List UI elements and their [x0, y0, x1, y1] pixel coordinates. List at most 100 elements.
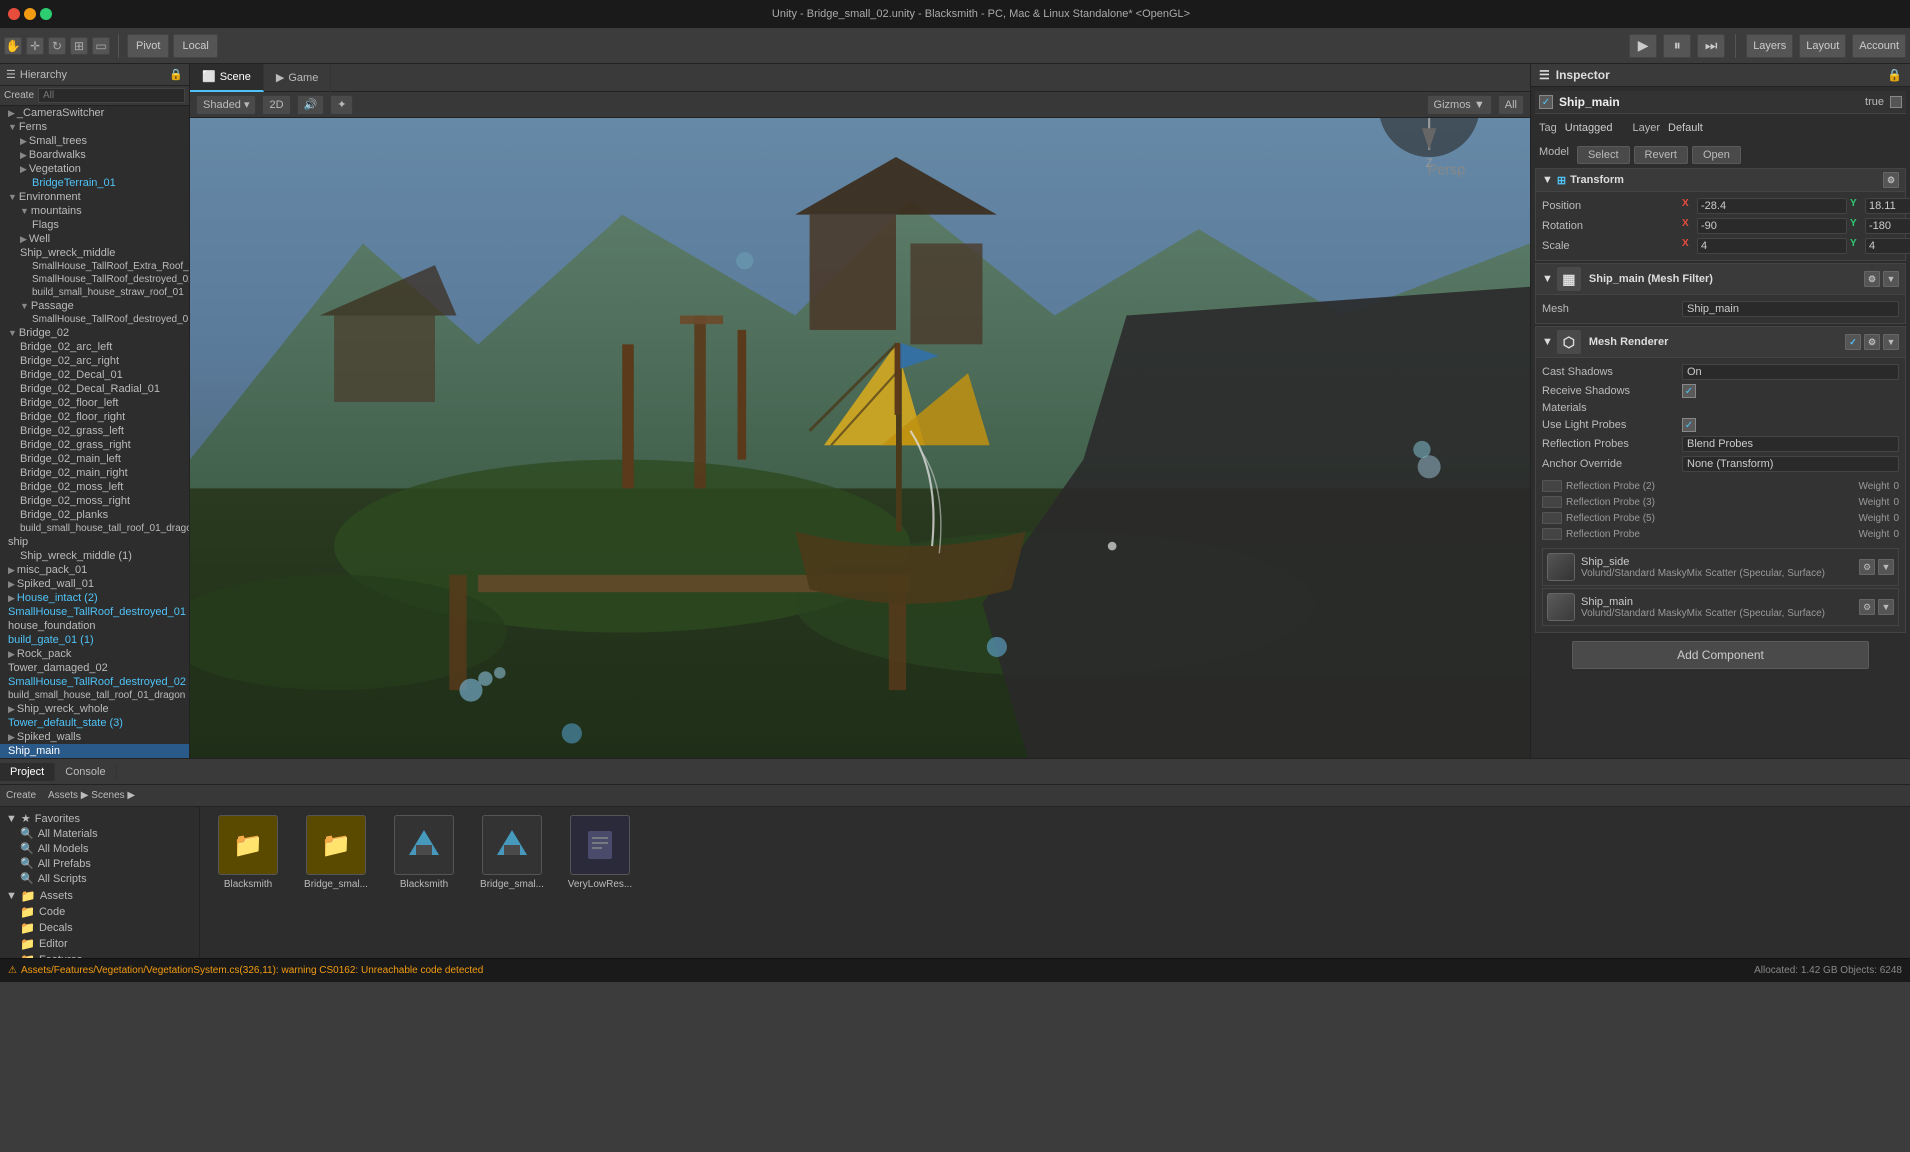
play-button[interactable]: ▶ [1629, 34, 1657, 58]
hier-item-ship[interactable]: ship [0, 535, 189, 549]
all-materials-item[interactable]: 🔍 All Materials [4, 826, 195, 841]
hier-item-house-foundation[interactable]: house_foundation [0, 619, 189, 633]
assets-header[interactable]: ▼ 📁 Assets [4, 888, 195, 904]
hier-item-smallhouse-d02-3[interactable]: SmallHouse_TallRoof_destroyed_02 (3) [0, 675, 189, 689]
asset-bridge-small-scene[interactable]: Bridge_smal... [472, 815, 552, 890]
hier-item-b02-arcleft[interactable]: Bridge_02_arc_left [0, 340, 189, 354]
transform-settings-icon[interactable]: ⚙ [1883, 172, 1899, 188]
project-create-label[interactable]: Create [6, 790, 36, 801]
effects-toggle[interactable]: ✦ [330, 95, 353, 115]
all-scripts-item[interactable]: 🔍 All Scripts [4, 871, 195, 886]
hier-item-tower-damaged[interactable]: Tower_damaged_02 [0, 661, 189, 675]
select-button[interactable]: Select [1577, 146, 1630, 164]
hier-item-bridge02[interactable]: ▼Bridge_02 [0, 326, 189, 340]
hier-item-buildtall-dragon[interactable]: build_small_house_tall_roof_01_dragon [0, 522, 189, 535]
hier-item-flags[interactable]: Flags [0, 218, 189, 232]
close-button[interactable] [8, 8, 20, 20]
static-checkbox[interactable] [1890, 96, 1902, 108]
hier-item-shipwreck-mid1[interactable]: Ship_wreck_middle (1) [0, 549, 189, 563]
hier-item-b02-arcright[interactable]: Bridge_02_arc_right [0, 354, 189, 368]
mesh-filter-header[interactable]: ▼ ▦ Ship_main (Mesh Filter) ⚙ ▼ [1536, 264, 1905, 295]
material-ship-side-settings[interactable]: ⚙ [1859, 559, 1875, 575]
asset-blacksmith-folder[interactable]: 📁 Blacksmith [208, 815, 288, 890]
all-prefabs-item[interactable]: 🔍 All Prefabs [4, 856, 195, 871]
position-x-input[interactable] [1697, 198, 1847, 214]
material-ship-main-settings[interactable]: ⚙ [1859, 599, 1875, 615]
tab-project[interactable]: Project [0, 763, 55, 781]
hier-item-vegetation[interactable]: ▶Vegetation [0, 162, 189, 176]
layers-dropdown[interactable]: Layers [1746, 34, 1793, 58]
pause-button[interactable]: ⏸ [1663, 34, 1691, 58]
hier-item-buildstraw[interactable]: build_small_house_straw_roof_01 [0, 286, 189, 299]
hand-tool-button[interactable]: ✋ [4, 37, 22, 55]
hier-item-b02-decal01[interactable]: Bridge_02_Decal_01 [0, 368, 189, 382]
mesh-value[interactable]: Ship_main [1682, 301, 1899, 317]
window-controls[interactable] [8, 8, 52, 20]
tab-scene[interactable]: ⬜ Scene [190, 64, 264, 92]
add-component-button[interactable]: Add Component [1572, 641, 1869, 669]
hier-item-b02-mainleft[interactable]: Bridge_02_main_left [0, 452, 189, 466]
rect-tool-button[interactable]: ▭ [92, 37, 110, 55]
hier-item-smallhouse-d01-1[interactable]: SmallHouse_TallRoof_destroyed_01 (1) [0, 605, 189, 619]
use-light-probes-checkbox[interactable] [1682, 418, 1696, 432]
maximize-button[interactable] [40, 8, 52, 20]
hierarchy-lock-icon[interactable]: 🔒 [169, 68, 183, 81]
account-dropdown[interactable]: Account [1852, 34, 1906, 58]
hier-item-boardwalks[interactable]: ▶Boardwalks [0, 148, 189, 162]
mesh-renderer-menu-icon[interactable]: ▼ [1883, 334, 1899, 350]
hier-item-tower-default[interactable]: Tower_default_state (3) [0, 716, 189, 730]
hier-item-smallhouse1[interactable]: SmallHouse_TallRoof_Extra_Roof_dama... [0, 260, 189, 273]
hierarchy-create-label[interactable]: Create [4, 90, 34, 101]
hierarchy-search-input[interactable] [38, 88, 185, 103]
hier-item-environment[interactable]: ▼Environment [0, 190, 189, 204]
hier-item-smallhouse2[interactable]: SmallHouse_TallRoof_destroyed_02 [0, 273, 189, 286]
hier-item-miscpack[interactable]: ▶misc_pack_01 [0, 563, 189, 577]
hier-item-b02-grassright[interactable]: Bridge_02_grass_right [0, 438, 189, 452]
transform-header[interactable]: ▼ ⊞ Transform ⚙ [1536, 169, 1905, 192]
features-folder-item[interactable]: 📁 Features [4, 952, 195, 958]
hier-item-passage[interactable]: ▼Passage [0, 299, 189, 313]
search-all-btn[interactable]: All [1498, 95, 1524, 115]
hier-item-spiked-wall[interactable]: ▶Spiked_wall_01 [0, 577, 189, 591]
receive-shadows-checkbox[interactable] [1682, 384, 1696, 398]
hier-item-mountains[interactable]: ▼mountains [0, 204, 189, 218]
asset-verylowres[interactable]: VeryLowRes... [560, 815, 640, 890]
hier-item-ship-main[interactable]: Ship_main [0, 744, 189, 758]
object-active-checkbox[interactable] [1539, 95, 1553, 109]
hier-item-buildgate[interactable]: build_gate_01 (1) [0, 633, 189, 647]
hier-item-house-intact[interactable]: ▶House_intact (2) [0, 591, 189, 605]
mesh-renderer-settings-icon[interactable]: ⚙ [1864, 334, 1880, 350]
revert-button[interactable]: Revert [1634, 146, 1688, 164]
hier-item-b02-decalradial[interactable]: Bridge_02_Decal_Radial_01 [0, 382, 189, 396]
position-y-input[interactable] [1865, 198, 1910, 214]
minimize-button[interactable] [24, 8, 36, 20]
hier-item-b02-mossright[interactable]: Bridge_02_moss_right [0, 494, 189, 508]
all-models-item[interactable]: 🔍 All Models [4, 841, 195, 856]
mesh-renderer-checkbox[interactable]: ✓ [1845, 334, 1861, 350]
decals-folder-item[interactable]: 📁 Decals [4, 920, 195, 936]
scale-x-input[interactable] [1697, 238, 1847, 254]
hier-item-b02-mainright[interactable]: Bridge_02_main_right [0, 466, 189, 480]
hier-item-b02-planks[interactable]: Bridge_02_planks [0, 508, 189, 522]
scale-y-input[interactable] [1865, 238, 1910, 254]
mesh-filter-settings-icon[interactable]: ⚙ [1864, 271, 1880, 287]
gizmos-dropdown[interactable]: Gizmos ▼ [1427, 95, 1492, 115]
anchor-override-value[interactable]: None (Transform) [1682, 456, 1899, 472]
hier-item-ferns[interactable]: ▼Ferns [0, 120, 189, 134]
move-tool-button[interactable]: ✛ [26, 37, 44, 55]
hier-item-spiked-walls[interactable]: ▶Spiked_walls [0, 730, 189, 744]
layer-value[interactable]: Default [1668, 122, 1703, 134]
cast-shadows-value[interactable]: On [1682, 364, 1899, 380]
local-button[interactable]: Local [173, 34, 217, 58]
hier-item-shipwreck-mid[interactable]: Ship_wreck_middle [0, 246, 189, 260]
rotation-x-input[interactable] [1697, 218, 1847, 234]
layout-dropdown[interactable]: Layout [1799, 34, 1846, 58]
scale-tool-button[interactable]: ⊞ [70, 37, 88, 55]
hier-item-bridgeterrain[interactable]: BridgeTerrain_01 [0, 176, 189, 190]
hier-item-smallhouse-d01[interactable]: SmallHouse_TallRoof_destroyed_01 [0, 313, 189, 326]
pivot-button[interactable]: Pivot [127, 34, 169, 58]
hier-item-b02-floorright[interactable]: Bridge_02_floor_right [0, 410, 189, 424]
hier-item-shipwreck-whole[interactable]: ▶Ship_wreck_whole [0, 702, 189, 716]
material-ship-main-menu[interactable]: ▼ [1878, 599, 1894, 615]
tag-value[interactable]: Untagged [1565, 122, 1613, 134]
